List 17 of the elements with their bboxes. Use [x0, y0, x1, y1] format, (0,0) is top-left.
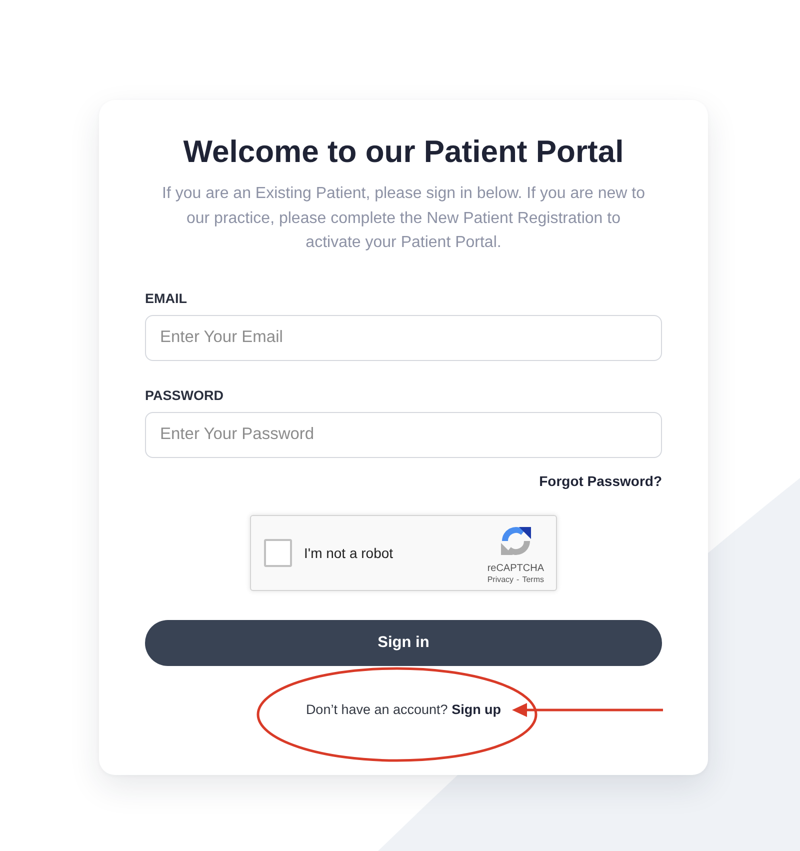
input-field[interactable]: Enter Your Password	[145, 412, 662, 458]
captcha-brand: reCAPTCHA	[487, 562, 544, 574]
sign-up-link[interactable]: Sign up	[452, 702, 502, 716]
captcha-label: I'm not a robot	[304, 544, 394, 560]
link-separator: -	[516, 574, 520, 584]
intro-text: If you are an Existing Patient, please sign in below. If you are new to our practice, please complete the New Patient Registration to activate your Patient Portal.	[161, 184, 646, 253]
recycle-arrows-icon	[500, 524, 532, 556]
privacy-link[interactable]: Privacy	[487, 574, 514, 584]
page-title: Welcome to our Patient Portal	[182, 133, 625, 170]
terms-link[interactable]: Terms	[522, 574, 544, 584]
forgot-password-link[interactable]: Forgot Password?	[539, 470, 662, 490]
sign-in-button[interactable]: Sign in	[145, 620, 662, 666]
captcha-checkbox[interactable]	[264, 538, 292, 566]
signup-prompt: Don’t have an account? Sign up	[306, 700, 502, 719]
field-label: PASSWORD	[145, 386, 225, 404]
field-label: EMAIL	[145, 290, 188, 308]
input-field[interactable]: Enter Your Email	[145, 314, 662, 360]
